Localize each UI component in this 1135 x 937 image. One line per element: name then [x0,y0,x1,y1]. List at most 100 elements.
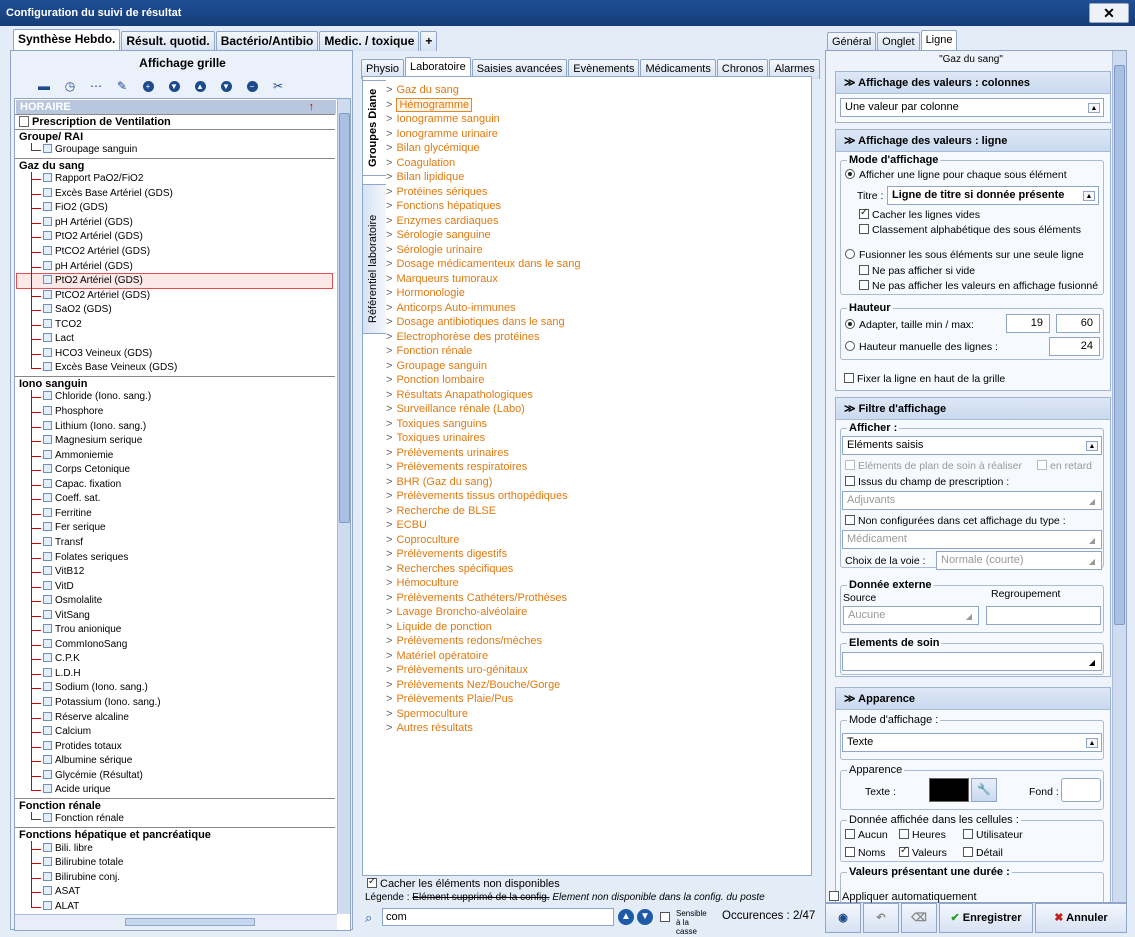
tree-item[interactable]: Albumine sérique [15,754,132,768]
tree-group[interactable]: Groupe/ RAI [15,128,335,143]
vtab-groupes-diane[interactable]: Groupes Diane [362,80,386,176]
display-mode-select[interactable]: Texte ▲ [842,733,1102,752]
lab-category-item[interactable]: > Gaz du sang [386,83,806,98]
issus-row[interactable]: Issus du champ de prescription : [845,476,1009,488]
lab-category-item[interactable]: > Liquide de ponction [386,620,806,635]
lab-category-item[interactable]: > Prélèvements digestifs [386,547,806,562]
no-show-empty-row[interactable]: Ne pas afficher si vide [859,265,975,277]
fix-top-checkbox[interactable] [844,373,854,383]
clock-icon[interactable]: ◷ [57,78,83,94]
tree-item[interactable]: Rapport PaO2/FiO2 [15,172,143,186]
lab-category-item[interactable]: > Dosage médicamenteux dans le sang [386,257,806,272]
non-config-checkbox[interactable] [845,515,855,525]
tree-group[interactable]: Gaz du sang [15,157,335,172]
lab-category-item[interactable]: > Autres résultats [386,721,806,736]
cell-detail-row[interactable]: Détail [963,847,1003,859]
lab-category-item[interactable]: > Electrophorèse des protéines [386,330,806,345]
tab-bacterio[interactable]: Bactério/Antibio [215,31,319,51]
move-bottom-icon[interactable]: ▼ [213,78,239,94]
lab-category-item[interactable]: > Marqueurs tumoraux [386,272,806,287]
soin-elements-select[interactable]: ◢ [842,652,1102,671]
tab-onglet[interactable]: Onglet [877,32,920,52]
manual-height-radio[interactable] [845,341,855,351]
background-color-swatch[interactable] [1061,778,1101,802]
lab-category-item[interactable]: > Prélèvements uro-génitaux [386,663,806,678]
tree-item[interactable]: Ammoniemie [15,449,113,463]
tree-group[interactable]: Fonction rénale [15,797,335,812]
lab-category-item[interactable]: > Prélèvements Plaie/Pus [386,692,806,707]
lab-category-item[interactable]: > Résultats Anapathologiques [386,388,806,403]
search-next-button[interactable]: ▼ [637,909,653,925]
lab-category-item[interactable]: > Prélèvements urinaires [386,446,806,461]
tree-item[interactable]: Lact [15,332,74,346]
cell-valeurs-checkbox[interactable] [899,845,909,857]
lab-category-item[interactable]: > Ionogramme urinaire [386,127,806,142]
en-retard-checkbox[interactable] [1037,460,1047,470]
cell-valeurs-row[interactable]: Valeurs [899,845,947,859]
tree-item[interactable]: PtO2 Artériel (GDS) [16,273,333,290]
eye-icon[interactable]: ◉ [825,903,861,933]
tree-item[interactable]: Phosphore [15,405,103,419]
lab-category-item[interactable]: > Dosage antibiotiques dans le sang [386,315,806,330]
hide-unavailable-checkbox[interactable] [367,876,377,888]
move-top-icon[interactable]: ▲ [187,78,213,94]
lab-category-item[interactable]: > Enzymes cardiaques [386,214,806,229]
lab-category-item[interactable]: > Recherche de BLSE [386,504,806,519]
adjuvants-select[interactable]: Adjuvants ◢ [842,491,1102,510]
lab-category-item[interactable]: > Toxiques urinaires [386,431,806,446]
lab-category-item[interactable]: > Toxiques sanguins [386,417,806,432]
tab-medic-toxique[interactable]: Medic. / toxique [319,31,420,51]
tree-hscrollbar[interactable] [15,914,337,930]
adapt-row[interactable]: Adapter, taille min / max: [845,319,974,331]
tree-item[interactable]: Acide urique [15,783,111,797]
cell-user-checkbox[interactable] [963,829,973,839]
plan-soin-checkbox[interactable] [845,460,855,470]
tree-subitem[interactable]: Groupage sanguin [15,143,137,157]
hide-empty-row[interactable]: Cacher les lignes vides [859,207,980,221]
tab-result-quotid[interactable]: Résult. quotid. [121,31,215,51]
issus-checkbox[interactable] [845,476,855,486]
tree-item[interactable]: Coeff. sat. [15,492,100,506]
lab-category-item[interactable]: > Protéines sériques [386,185,806,200]
tree-item[interactable]: Folates seriques [15,551,128,565]
tree-item[interactable]: Corps Cetonique [15,463,130,477]
ellipsis-icon[interactable]: ⋯ [83,78,109,94]
lab-category-item[interactable]: > Prélèvements respiratoires [386,460,806,475]
tree-item[interactable]: C.P.K [15,652,80,666]
tree-item[interactable]: Transf [15,536,83,550]
undo-icon[interactable]: ↶ [863,903,899,933]
lab-category-item[interactable]: > Fonction rénale [386,344,806,359]
opt-one-line[interactable]: Afficher une ligne pour chaque sous élém… [845,169,1067,181]
lab-category-item[interactable]: > Prélèvements Nez/Bouche/Gorge [386,678,806,693]
tree-item[interactable]: FiO2 (GDS) [15,201,108,215]
lab-category-item[interactable]: > Prélèvements tissus orthopédiques [386,489,806,504]
tree-item[interactable]: PtCO2 Artériel (GDS) [15,289,150,303]
plan-soin-row[interactable]: Eléments de plan de soin à réaliser [845,460,1022,472]
lab-category-item[interactable]: > Bilan lipidique [386,170,806,185]
tree-group[interactable]: Fonctions hépatique et pancréatique [15,826,335,841]
save-button[interactable]: ✔ Enregistrer [939,903,1033,933]
search-input[interactable]: com [382,908,614,926]
lab-category-item[interactable]: > Hémoculture [386,576,806,591]
opt-merge[interactable]: Fusionner les sous éléments sur une seul… [845,249,1084,261]
lab-category-item[interactable]: > Sérologie sanguine [386,228,806,243]
cell-heures-row[interactable]: Heures [899,829,946,841]
lab-category-item[interactable]: > Ionogramme sanguin [386,112,806,127]
tree-vscroll-thumb[interactable] [339,113,350,523]
manual-height-row[interactable]: Hauteur manuelle des lignes : [845,341,998,353]
max-height-input[interactable]: 60 [1056,314,1100,333]
tree-item[interactable]: HCO3 Veineux (GDS) [15,347,152,361]
close-button[interactable]: ✕ [1089,3,1129,23]
alpha-sort-checkbox[interactable] [859,224,869,234]
tree-item[interactable]: pH Artériel (GDS) [15,260,133,274]
tree-hscroll-thumb[interactable] [125,918,255,926]
tree-group[interactable]: Prescription de Ventilation [15,114,335,128]
right-vscroll-thumb[interactable] [1114,65,1125,625]
tree-item[interactable]: Excès Base Veineux (GDS) [15,361,177,375]
lab-category-item[interactable]: > ECBU [386,518,806,533]
no-show-merged-row[interactable]: Ne pas afficher les valeurs en affichage… [859,280,1098,292]
tree-item[interactable]: pH Artériel (GDS) [15,216,133,230]
lab-category-item[interactable]: > BHR (Gaz du sang) [386,475,806,490]
apply-auto-row[interactable]: Appliquer automatiquement [829,891,977,903]
tree-item[interactable]: Fer serique [15,521,106,535]
